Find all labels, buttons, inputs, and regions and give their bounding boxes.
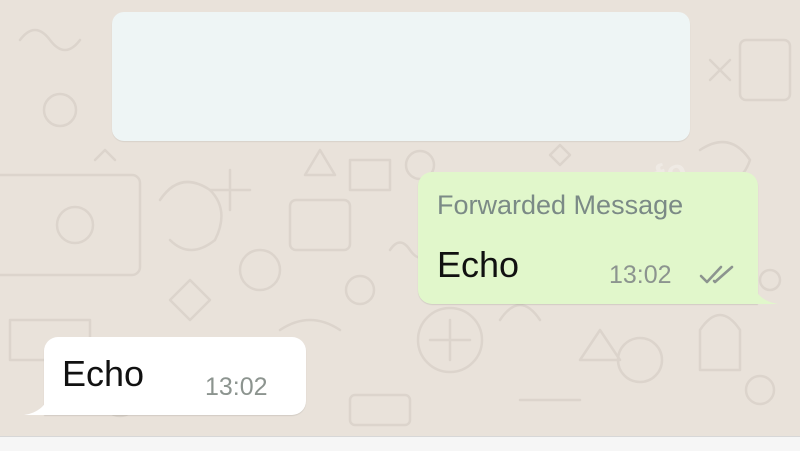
bubble-tail (24, 397, 48, 415)
forwarded-label: Forwarded Message (437, 190, 684, 220)
message-text: Echo (62, 353, 145, 394)
bubble-tail (754, 286, 778, 304)
system-message-bubble (112, 12, 690, 141)
outgoing-message-bubble[interactable]: Forwarded Message Echo 13:02 (418, 172, 778, 304)
message-time: 13:02 (609, 261, 672, 289)
double-check-icon (699, 265, 734, 284)
chat-area[interactable]: @WABetaInfo Forwarded Message Echo 13:02… (0, 0, 800, 436)
message-text: Echo (437, 244, 520, 285)
message-time: 13:02 (205, 373, 268, 401)
input-bar[interactable] (0, 436, 800, 451)
incoming-message-bubble[interactable]: Echo 13:02 (24, 337, 306, 415)
